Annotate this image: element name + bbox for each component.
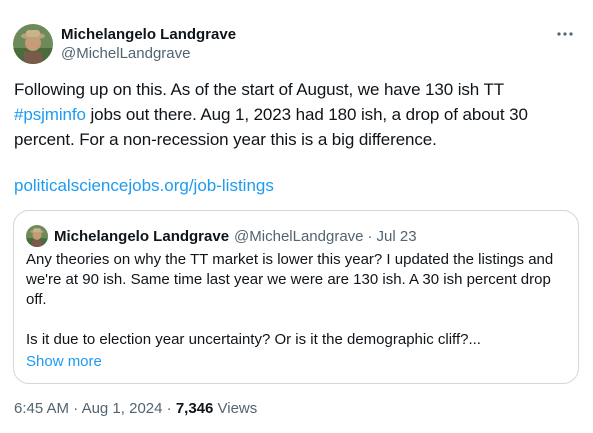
author-handle[interactable]: @MichelLandgrave [61,44,236,63]
author-names: Michelangelo Landgrave @MichelLandgrave [61,25,236,63]
tweet-meta: 6:45 AM · Aug 1, 2024 · 7,346 Views [14,399,257,419]
quoted-avatar [26,225,48,247]
quoted-handle: @MichelLandgrave [234,227,364,245]
views-count: 7,346 [175,400,214,417]
avatar[interactable] [13,24,53,64]
quoted-paragraph-1: Any theories on why the TT market is low… [26,251,554,308]
quoted-tweet-header: Michelangelo Landgrave @MichelLandgrave … [26,225,417,247]
quoted-display-name: Michelangelo Landgrave [54,227,230,245]
quoted-separator: · [367,227,373,245]
quoted-tweet[interactable]: Michelangelo Landgrave @MichelLandgrave … [13,210,579,384]
views-label: Views [213,400,258,417]
external-link[interactable]: politicalsciencejobs.org/job-listings [14,176,274,195]
tweet-link-line: politicalsciencejobs.org/job-listings [14,173,274,198]
tweet-time[interactable]: 6:45 AM [14,400,69,417]
tweet-text: Following up on this. As of the start of… [14,77,574,152]
tweet: Michelangelo Landgrave @MichelLandgrave … [0,0,593,433]
author-display-name[interactable]: Michelangelo Landgrave [61,25,236,44]
tweet-date[interactable]: Aug 1, 2024 [82,400,163,417]
quoted-tweet-text: Any theories on why the TT market is low… [26,250,566,350]
meta-separator-2: · [162,400,176,417]
hashtag-link[interactable]: #psjminfo [14,105,86,124]
more-horizontal-icon[interactable] [553,24,577,44]
show-more-link[interactable]: Show more [26,352,102,372]
tweet-text-part2: jobs out there. Aug 1, 2023 had 180 ish,… [14,105,528,149]
quoted-date: Jul 23 [376,227,417,245]
meta-separator-1: · [69,400,82,417]
quoted-paragraph-2: Is it due to election year uncertainty? … [26,331,481,348]
tweet-text-part1: Following up on this. As of the start of… [14,80,504,99]
tweet-header: Michelangelo Landgrave @MichelLandgrave [13,22,579,66]
